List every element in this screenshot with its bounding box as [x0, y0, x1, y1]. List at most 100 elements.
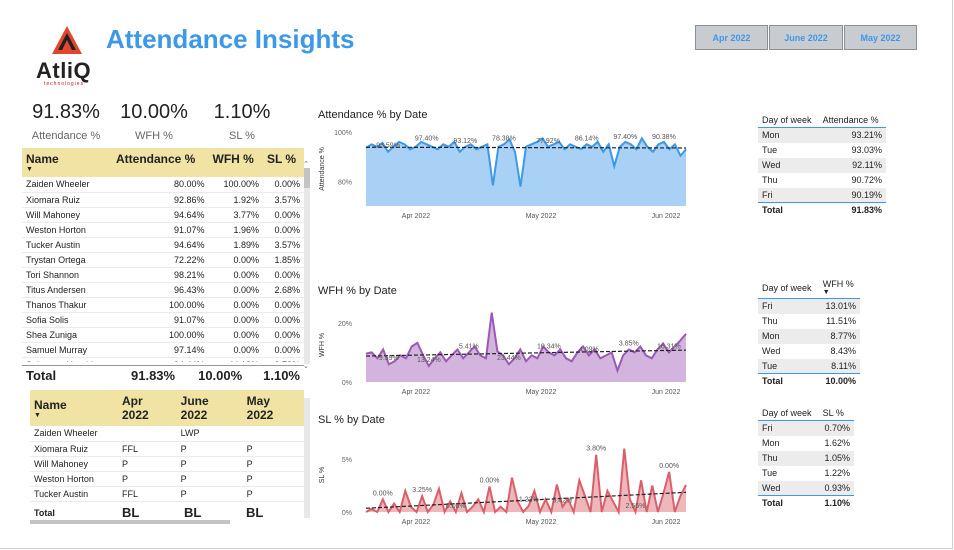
employee-name-cell: Will Mahoney	[30, 456, 118, 472]
table-row[interactable]: Tue 8.11%	[758, 358, 860, 374]
employee-table-scrollbar[interactable]	[304, 168, 310, 364]
dow-wfh-col-day[interactable]: Day of week	[758, 277, 819, 299]
sl-chart[interactable]: SL % 5% 0% Apr 2022 May 2022 Jun 2022 0.00% 3.2…	[316, 430, 696, 526]
day-cell: Wed	[762, 346, 781, 356]
logo-subtext: technologies	[44, 81, 85, 87]
dow-sl-col-value[interactable]: SL %	[818, 406, 854, 421]
employee-name-cell: Sofia Solis	[22, 312, 112, 328]
table-row[interactable]: Thu 11.51%	[758, 314, 860, 329]
table-row[interactable]: Shea Zuniga 100.00% 0.00% 0.00%	[22, 327, 304, 343]
attendance-cell: 91.07%	[112, 312, 209, 328]
status-col-may[interactable]: May 2022	[242, 390, 304, 426]
table-row[interactable]: Fri 90.19%	[758, 187, 886, 203]
total-value: 91.83%	[818, 202, 886, 218]
col-header-sl[interactable]: SL %	[262, 148, 304, 177]
table-row[interactable]: Fri 0.70%	[758, 420, 854, 436]
value-cell: 92.11%	[818, 157, 886, 173]
status-col-june[interactable]: June 2022	[176, 390, 243, 426]
attendance-cell: 91.07%	[112, 222, 209, 238]
dow-wfh-col-value[interactable]: WFH % ▼	[818, 277, 860, 299]
wfh-cell: 0.00%	[208, 342, 263, 358]
status-table-h-scroll-thumb[interactable]	[30, 520, 230, 524]
attendance-cell: 100.00%	[112, 297, 209, 313]
sl-cell: 3.57%	[262, 237, 304, 253]
day-cell: Thu	[758, 450, 819, 466]
apr-status-cell: FFL	[118, 486, 177, 502]
table-row[interactable]: Will Mahoney 94.64% 3.77% 0.00%	[22, 207, 304, 223]
attendance-chart[interactable]: Attendance % 100% 80% Apr 2022 May 2022 Jun 2…	[316, 124, 696, 220]
table-row[interactable]: Weston Horton P P P	[30, 471, 304, 487]
table-row[interactable]: Tue 93.03%	[758, 143, 886, 158]
y-axis-label: WFH %	[319, 333, 326, 357]
employee-table-viewport[interactable]: Name ▼ Attendance % WFH % SL % Zaiden Whe…	[22, 148, 304, 362]
table-row[interactable]: Wed 8.43%	[758, 344, 860, 359]
table-row[interactable]: Tori Shannon 98.21% 0.00% 0.00%	[22, 267, 304, 283]
data-label: 86.14%	[575, 135, 599, 142]
status-table-scrollbar[interactable]	[304, 398, 310, 518]
table-row[interactable]: Salvatore Hendrix94.44%44.12%2.78%	[22, 357, 304, 362]
scroll-up-icon[interactable]: ⌃	[303, 160, 309, 168]
kpi-attendance-value: 91.83%	[32, 101, 100, 123]
day-cell: Mon	[758, 328, 819, 344]
data-label: 97.40%	[613, 134, 637, 141]
table-row[interactable]: Titus Andersen 96.43% 0.00% 2.68%	[22, 282, 304, 298]
value-cell: 1.05%	[818, 450, 854, 466]
sl-cell: 3.57%	[262, 192, 304, 208]
col-header-wfh[interactable]: WFH %	[208, 148, 263, 177]
day-cell: Tue	[762, 145, 778, 155]
table-row[interactable]: Fri 13.01%	[758, 298, 860, 314]
dow-sl-col-day[interactable]: Day of week	[758, 406, 819, 421]
employee-table-scroll-thumb[interactable]	[304, 168, 310, 188]
june-status-cell: P	[176, 471, 243, 487]
table-row[interactable]: Wed 0.93%	[758, 480, 854, 496]
employee-name-cell: Zaiden Wheeler	[30, 426, 118, 442]
value-cell: 8.77%	[818, 328, 860, 344]
table-row[interactable]: Tue 1.22%	[758, 466, 854, 481]
table-row[interactable]: Mon 93.21%	[758, 127, 886, 143]
sl-cell: 2.68%	[262, 282, 304, 298]
table-row[interactable]: Wed 92.11%	[758, 157, 886, 173]
table-row[interactable]: Will Mahoney P P P	[30, 456, 304, 472]
total-label: Total	[22, 365, 112, 385]
table-row[interactable]: Samuel Murray 97.14% 0.00% 0.00%	[22, 342, 304, 358]
status-col-name[interactable]: Name ▼	[30, 390, 118, 426]
table-row[interactable]: Sofia Solis 91.07% 0.00% 0.00%	[22, 312, 304, 328]
slicer-may-2022[interactable]: May 2022	[844, 25, 917, 50]
status-col-apr[interactable]: Apr 2022	[118, 390, 177, 426]
table-row[interactable]: Trystan Ortega 72.22% 0.00% 1.85%	[22, 252, 304, 268]
attendance-cell: 100.00%	[112, 327, 209, 343]
kpi-attendance-label: Attendance %	[31, 130, 101, 142]
table-row[interactable]: Zaiden Wheeler LWP	[30, 426, 304, 442]
dow-att-col-day[interactable]: Day of week	[758, 113, 819, 128]
col-header-name[interactable]: Name ▼	[22, 148, 112, 177]
slicer-june-2022[interactable]: June 2022	[769, 25, 843, 50]
kpi-wfh-label: WFH %	[135, 130, 173, 142]
sl-cell: 0.00%	[262, 327, 304, 343]
table-row[interactable]: Mon 1.62%	[758, 436, 854, 451]
table-row[interactable]: Thanos Thakur 100.00% 0.00% 0.00%	[22, 297, 304, 313]
wfh-chart[interactable]: WFH % 20% 0% Apr 2022 May 2022 Jun 2022 9.59% 1…	[316, 300, 696, 396]
slicer-apr-2022[interactable]: Apr 2022	[695, 25, 768, 50]
data-label: 3.80%	[586, 446, 606, 453]
kpi-attendance: 91.83% Attendance %	[28, 101, 104, 142]
col-header-attendance[interactable]: Attendance %	[112, 148, 209, 177]
table-row[interactable]: Thu 90.72%	[758, 173, 886, 188]
status-table-viewport[interactable]: Name ▼ Apr 2022 June 2022 May 2022 Zaiden…	[30, 390, 304, 502]
employee-table: Name ▼ Attendance % WFH % SL % Zaiden Whe…	[22, 148, 304, 362]
table-row[interactable]: Tucker Austin 94.64% 1.89% 3.57%	[22, 237, 304, 253]
table-row[interactable]: Tucker Austin FFL P P	[30, 486, 304, 502]
dow-att-col-value[interactable]: Attendance %	[818, 113, 886, 128]
total-label: Total	[758, 202, 819, 218]
may-status-cell: P	[242, 471, 304, 487]
apr-status-cell: P	[118, 471, 177, 487]
table-row[interactable]: Weston Horton 91.07% 1.96% 0.00%	[22, 222, 304, 238]
table-row[interactable]: Zaiden Wheeler 80.00% 100.00% 0.00%	[22, 177, 304, 193]
data-label: 0.00%	[446, 503, 466, 510]
table-row[interactable]: Mon 8.77%	[758, 328, 860, 344]
data-label: 3.25%	[412, 487, 432, 494]
day-cell: Thu	[762, 316, 778, 326]
table-row[interactable]: Thu 1.05%	[758, 450, 854, 466]
value-cell: 8.43%	[830, 346, 856, 356]
table-row[interactable]: Xiomara Ruiz 92.86% 1.92% 3.57%	[22, 192, 304, 208]
table-row[interactable]: Xiomara Ruiz FFL P P	[30, 441, 304, 457]
